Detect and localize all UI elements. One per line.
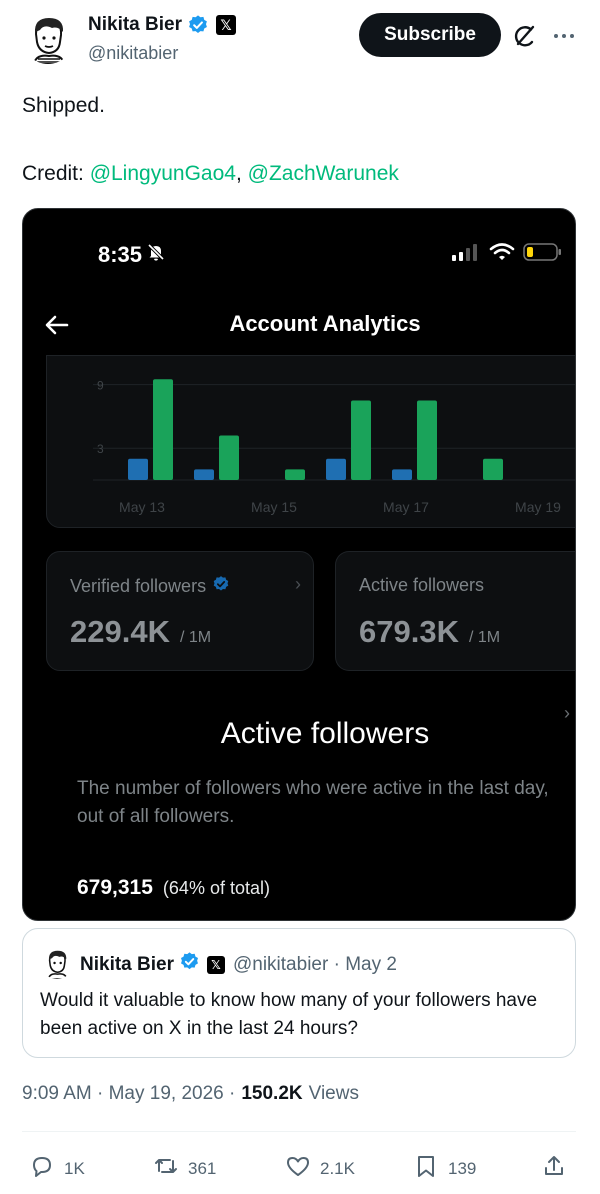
wifi-icon <box>489 242 515 267</box>
more-options-icon[interactable] <box>550 22 578 50</box>
quote-author-name: Nikita Bier <box>80 953 174 975</box>
author-avatar[interactable] <box>22 12 74 64</box>
x-tick-label: May 15 <box>251 499 297 515</box>
author-name[interactable]: Nikita Bier <box>88 14 182 36</box>
subscribe-button[interactable]: Subscribe <box>359 13 501 57</box>
page-title: Account Analytics <box>229 311 421 336</box>
quote-meta: @nikitabier · May 2 <box>232 953 397 975</box>
views-label: Views <box>308 1083 359 1104</box>
tweet-text: Shipped. <box>22 94 105 117</box>
verified-badge-icon <box>179 951 200 978</box>
verified-followers-total: / 1M <box>179 629 212 646</box>
verified-badge-icon <box>187 14 209 36</box>
cellular-signal-icon <box>451 242 481 267</box>
divider <box>22 1131 576 1132</box>
author-handle[interactable]: @nikitabier <box>88 43 178 64</box>
verified-followers-card[interactable]: Verified followers › 229.4K / 1M <box>46 551 314 671</box>
verified-followers-label: Verified followers <box>70 576 207 596</box>
x-tick-label: May 13 <box>119 499 165 515</box>
share-button[interactable] <box>540 1152 568 1185</box>
like-count: 2.1K <box>320 1158 355 1178</box>
action-bar: 1K 361 2.1K 139 <box>22 1146 576 1186</box>
chart-bar <box>351 400 371 480</box>
repost-count: 361 <box>188 1158 217 1178</box>
x-tick-label: May 19 <box>515 499 561 515</box>
mention-link[interactable]: @LingyunGao4 <box>90 162 236 185</box>
verified-badge-icon <box>212 575 230 598</box>
author-name-row: Nikita Bier 𝕏 <box>88 14 236 36</box>
chart-bar <box>285 469 305 480</box>
chart-bar <box>219 435 239 480</box>
detail-stat-row: 679,315 (64% of total) <box>77 876 270 900</box>
x-tick-label: May 17 <box>383 499 429 515</box>
bookmark-count: 139 <box>448 1158 477 1178</box>
chart-bar <box>417 400 437 480</box>
x-affiliate-badge-icon: 𝕏 <box>215 15 236 35</box>
media-image[interactable]: 8:35 Account Analytics 3 9 May 13 May 15 May… <box>22 208 576 921</box>
verified-followers-value: 229.4K <box>70 614 170 649</box>
followers-bar-chart: 3 9 May 13 May 15 May 17 May 19 <box>93 379 575 515</box>
credit-label: Credit: <box>22 162 90 185</box>
status-bar-indicators <box>451 242 563 267</box>
like-button[interactable]: 2.1K <box>284 1152 355 1185</box>
quote-text: Would it valuable to know how many of yo… <box>40 990 538 1039</box>
detail-stat-share: (64% of total) <box>162 878 270 898</box>
detail-title: Active followers <box>220 717 430 750</box>
detail-description: The number of followers who were active … <box>77 778 549 827</box>
status-bar-time: 8:35 <box>98 242 166 268</box>
grok-icon[interactable] <box>511 22 539 50</box>
tweet-meta: 9:09 AM · May 19, 2026 · 150.2K Views <box>22 1083 359 1105</box>
quote-header: Nikita Bier 𝕏 @nikitabier · May 2 <box>80 951 397 978</box>
chart-bar <box>194 469 214 480</box>
active-followers-label: Active followers <box>359 575 485 595</box>
analytics-chart-card: 3 9 May 13 May 15 May 17 May 19 <box>46 355 575 528</box>
credit-separator: , <box>235 162 248 185</box>
mention-link[interactable]: @ZachWarunek <box>248 162 399 185</box>
tweet-header: Nikita Bier 𝕏 @nikitabier Subscribe <box>0 0 600 80</box>
reply-icon <box>28 1152 56 1185</box>
chart-bar <box>392 469 412 480</box>
tweet-timestamp[interactable]: 9:09 AM · May 19, 2026 · <box>22 1083 235 1105</box>
verified-followers-value-row: 229.4K / 1M <box>70 614 211 650</box>
battery-icon <box>523 242 563 267</box>
y-tick-label: 9 <box>97 379 104 393</box>
detail-stat-value: 679,315 <box>77 876 153 899</box>
bookmark-button[interactable]: 139 <box>412 1152 476 1185</box>
silent-bell-icon <box>146 242 166 268</box>
status-time-text: 8:35 <box>98 242 143 267</box>
active-followers-value: 679.3K <box>359 614 459 649</box>
reply-button[interactable]: 1K <box>28 1152 85 1185</box>
bookmark-icon <box>412 1152 440 1185</box>
chart-bar <box>153 379 173 480</box>
x-affiliate-badge-icon: 𝕏 <box>206 955 225 974</box>
chart-bar <box>326 458 346 480</box>
chart-bar <box>483 458 503 480</box>
reply-count: 1K <box>64 1158 85 1178</box>
active-followers-card[interactable]: Active followers 679.3K / 1M <box>335 551 575 671</box>
share-icon <box>540 1152 568 1185</box>
repost-icon <box>152 1152 180 1185</box>
chevron-right-icon: › <box>295 574 301 594</box>
quoted-tweet[interactable]: Nikita Bier 𝕏 @nikitabier · May 2 Would … <box>22 928 576 1058</box>
active-followers-total: / 1M <box>468 629 501 646</box>
heart-icon <box>284 1152 312 1185</box>
active-followers-value-row: 679.3K / 1M <box>359 614 500 650</box>
repost-button[interactable]: 361 <box>152 1152 216 1185</box>
verified-followers-label-row: Verified followers <box>70 575 230 598</box>
views-count: 150.2K <box>241 1083 303 1104</box>
y-tick-label: 3 <box>97 442 104 456</box>
quote-author-avatar[interactable] <box>41 947 73 979</box>
tweet-credit-line: Credit: @LingyunGao4, @ZachWarunek <box>22 162 399 186</box>
chart-bar <box>128 458 148 480</box>
